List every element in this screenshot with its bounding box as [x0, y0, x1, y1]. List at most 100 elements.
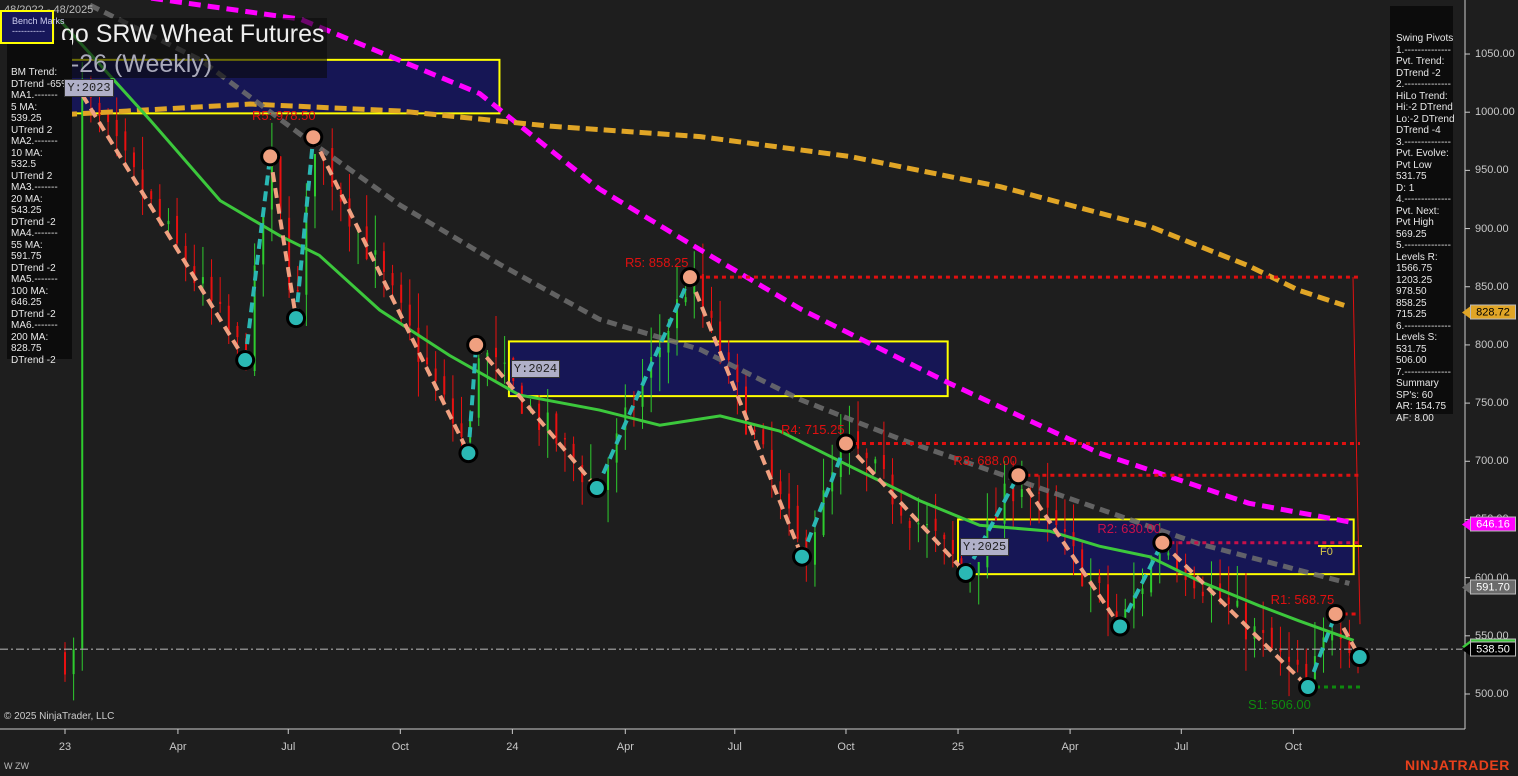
candle-body: [495, 347, 497, 358]
panel-line: MA6.-------: [11, 320, 58, 331]
benchmarks-header: Bench Marks -----------: [0, 10, 65, 44]
panel-line: AR: 154.75: [1396, 401, 1447, 412]
price-tag: 828.72: [1462, 304, 1516, 319]
benchmarks-title: Bench Marks: [12, 16, 65, 26]
candle-body: [132, 152, 135, 168]
panel-line: 6.--------------: [1396, 320, 1451, 332]
panel-line: MA1.-------: [11, 90, 58, 101]
candle-body: [822, 490, 825, 536]
candle-body: [167, 220, 170, 225]
panel-line: SP's: 60: [1396, 389, 1433, 401]
x-tick-label: Oct: [1284, 741, 1302, 753]
swing-pivots-panel: Swing Pivots 1.-------------- Pvt. Trend: D…: [1390, 6, 1455, 424]
candle-body: [891, 474, 894, 505]
candle-body: [262, 214, 265, 265]
y-tick-label: 950.00: [1475, 164, 1509, 177]
panel-line: 100 MA:: [11, 285, 49, 297]
swing-up-line: [466, 344, 479, 454]
candle-body: [977, 562, 980, 576]
candle-body: [81, 85, 84, 649]
panel-line: Lo:-2 DTrend: [1396, 113, 1455, 125]
candle-body: [400, 284, 403, 303]
panel-line: 10 MA:: [11, 147, 43, 159]
panel-line: Summary: [1396, 378, 1439, 389]
candle-body: [1296, 659, 1299, 665]
candle-body: [313, 154, 316, 197]
x-tick-label: 23: [58, 741, 72, 753]
swing-up-line: [243, 156, 273, 361]
candle-body: [201, 277, 204, 284]
candle-body: [1107, 584, 1110, 610]
candle-body: [391, 273, 394, 286]
candle-body: [451, 398, 454, 424]
panel-line: 20 MA:: [11, 193, 43, 205]
candle-body: [874, 459, 877, 464]
panel-line: Pvt. Next:: [1396, 205, 1440, 217]
pivot-low-marker: [1113, 619, 1128, 634]
candle-body: [779, 481, 782, 495]
candle-body: [813, 532, 816, 565]
pivot-low-marker: [289, 311, 304, 326]
level-label: R5: 858.25: [624, 255, 689, 271]
candle-body: [710, 310, 713, 318]
panel-line: Levels R:: [1396, 251, 1438, 263]
panel-line: Pvt. Trend:: [1396, 56, 1445, 67]
panel-line: BM Trend:: [11, 67, 58, 78]
x-tick-label: Apr: [616, 741, 634, 753]
pivot-high-marker: [263, 149, 278, 164]
candle-body: [72, 649, 75, 675]
price-tag: 591.70: [1462, 579, 1516, 595]
panel-line: 2.--------------: [1396, 79, 1451, 90]
panel-line: Levels S:: [1396, 332, 1438, 343]
pivot-low-marker: [795, 549, 810, 564]
candle-body: [882, 455, 885, 470]
y-tick-label: 500.00: [1475, 688, 1509, 700]
y-tick-label: 700.00: [1475, 455, 1509, 468]
price-chart[interactable]: [0, 0, 1518, 776]
candle-body: [382, 251, 385, 272]
candle-body: [546, 412, 549, 431]
candle-body: [279, 156, 282, 212]
panel-line: 5.--------------: [1396, 240, 1451, 251]
copyright: © 2025 NinjaTrader, LLC: [4, 711, 115, 722]
candle-body: [158, 198, 161, 219]
instrument-label: W ZW: [4, 761, 29, 771]
x-tick-label: 24: [506, 741, 519, 753]
candle-body: [253, 265, 256, 372]
x-tick-label: Jul: [1174, 741, 1189, 753]
panel-line: 858.25: [1396, 297, 1427, 309]
candle-body: [331, 148, 334, 187]
pivot-low-marker: [958, 565, 973, 580]
candle-body: [176, 215, 179, 244]
level-label: R4: 715.25: [780, 421, 845, 437]
level-label: R2: 630.00: [1097, 520, 1161, 536]
panel-line: 531.75: [1396, 343, 1427, 355]
x-tick-label: Oct: [391, 741, 409, 753]
candle-body: [64, 652, 66, 675]
candle-body: [727, 352, 730, 360]
level-label: S1: 506.00: [1248, 697, 1311, 713]
x-tick-label: Jul: [281, 741, 296, 753]
swing-down-line: [311, 136, 471, 455]
candle-body: [1003, 483, 1006, 524]
panel-line: DTrend -2: [11, 354, 56, 366]
panel-line: D: 1: [1396, 182, 1415, 194]
panel-line: HiLo Trend:: [1396, 90, 1448, 102]
panel-line: 3.--------------: [1396, 136, 1451, 148]
panel-line: DTrend -2: [11, 262, 56, 274]
candle-body: [288, 217, 291, 290]
candle-body: [460, 423, 463, 437]
candle-body: [908, 520, 911, 528]
candle-body: [219, 301, 222, 304]
panel-line: 506.00: [1396, 355, 1427, 366]
panel-line: 978.50: [1396, 286, 1427, 297]
candle-body: [115, 119, 118, 137]
candle-body: [374, 250, 377, 255]
level-label: R3: 688.00: [953, 453, 1017, 469]
candle-body: [900, 506, 903, 516]
swing-down-line: [268, 156, 298, 319]
panel-line: 200 MA:: [11, 331, 49, 343]
panel-line: DTrend -2: [1396, 67, 1441, 79]
panel-line: 4.--------------: [1396, 194, 1451, 205]
y-tick-label: 1050.00: [1475, 48, 1515, 61]
